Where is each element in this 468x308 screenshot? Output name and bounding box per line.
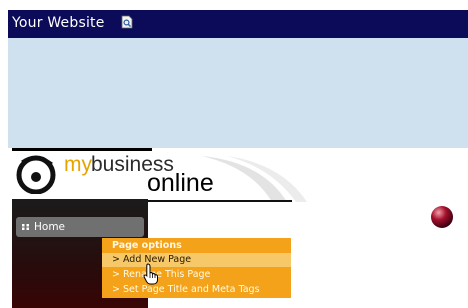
header-banner xyxy=(8,38,468,148)
sidebar-item-home[interactable]: Home xyxy=(16,217,144,237)
logo-text-my: my xyxy=(64,153,92,176)
site-title: Your Website xyxy=(12,15,105,31)
sidebar-item-label: Home xyxy=(34,221,66,233)
menu-title: Page options xyxy=(112,240,182,251)
grip-icon xyxy=(22,224,29,230)
logo-mark-icon xyxy=(16,155,56,194)
menu-item-set-page-title[interactable]: > Set Page Title and Meta Tags xyxy=(102,283,291,297)
menu-item-rename-page[interactable]: > Rename This Page xyxy=(102,268,291,282)
decorative-ball xyxy=(431,206,453,228)
logo-text-online: online xyxy=(147,169,214,197)
page-options-menu: Page options > Add New Page > Rename Thi… xyxy=(102,238,291,298)
menu-item-add-new-page[interactable]: > Add New Page xyxy=(102,253,291,267)
top-bar: Your Website xyxy=(8,10,468,38)
page-search-icon[interactable] xyxy=(121,15,133,29)
logo: my business online xyxy=(12,151,468,202)
pointer-hand-cursor-icon xyxy=(143,263,158,285)
